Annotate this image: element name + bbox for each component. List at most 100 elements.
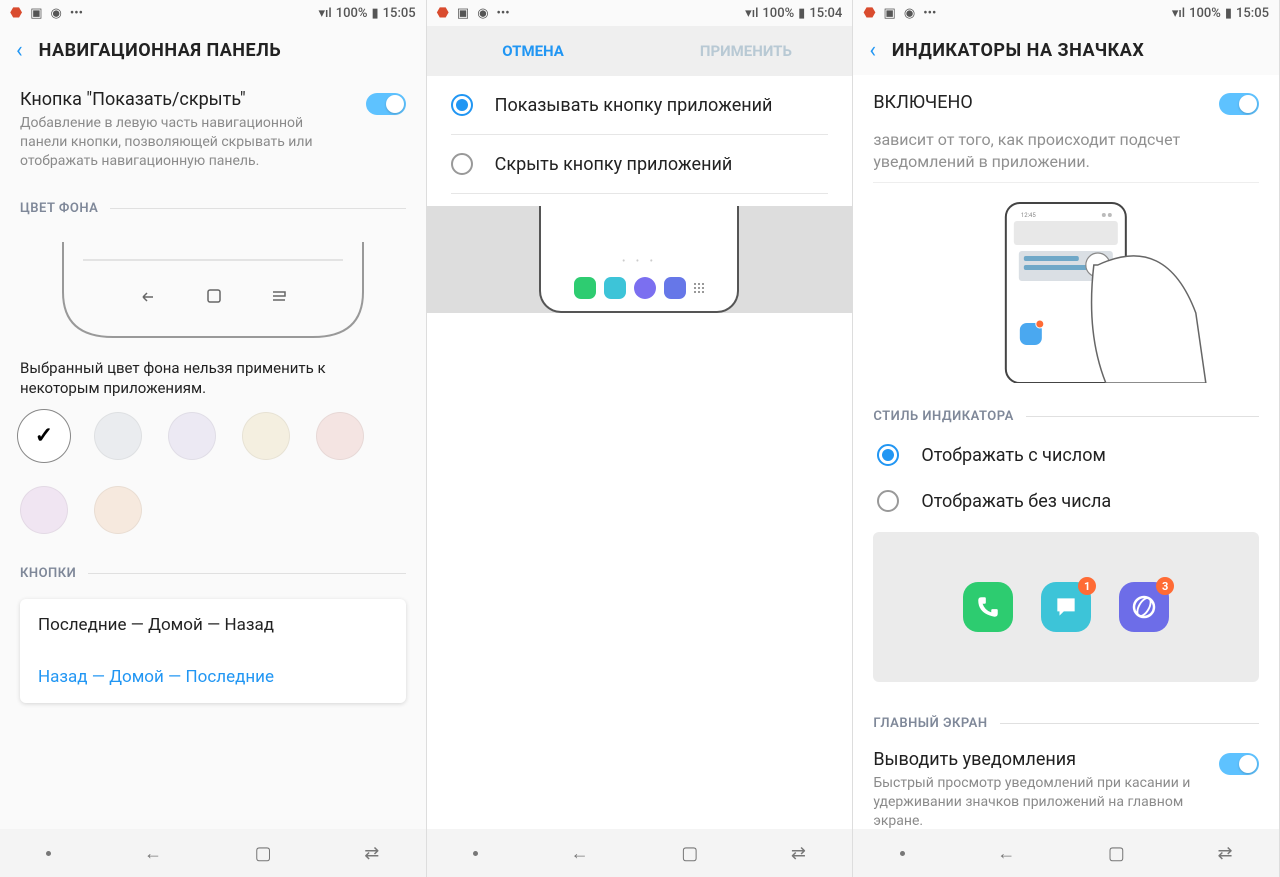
page-title: ИНДИКАТОРЫ НА ЗНАЧКАХ bbox=[892, 40, 1144, 61]
nav-back-icon[interactable]: ← bbox=[997, 843, 1015, 864]
description-text: зависит от того, как происходит подсчет … bbox=[853, 129, 1279, 182]
section-bg-color: ЦВЕТ ФОНА bbox=[0, 185, 426, 224]
nav-bar: ← ▢ ⇄ bbox=[427, 829, 853, 877]
nav-recents-icon[interactable]: ⇄ bbox=[1218, 843, 1233, 864]
nav-hide-icon[interactable] bbox=[46, 851, 51, 856]
radio-icon bbox=[451, 94, 473, 116]
nav-back-icon[interactable]: ← bbox=[144, 843, 162, 864]
radio-icon bbox=[451, 153, 473, 175]
setting-title: Кнопка "Показать/скрыть" bbox=[20, 89, 352, 110]
enabled-label: ВКЛЮЧЕНО bbox=[873, 92, 972, 113]
battery-pct: 100% bbox=[762, 6, 794, 21]
battery-pct: 100% bbox=[336, 6, 368, 21]
wifi-icon: ▾ıl bbox=[319, 6, 332, 21]
notification-badge: 1 bbox=[1078, 577, 1096, 595]
nav-recents-icon[interactable]: ⇄ bbox=[364, 843, 379, 864]
hand-preview: 12:45 bbox=[873, 193, 1259, 383]
notification-icon: ⬣ bbox=[863, 5, 875, 21]
image-icon: ▣ bbox=[457, 6, 469, 21]
header: ‹ НАВИГАЦИОННАЯ ПАНЕЛЬ bbox=[0, 26, 426, 75]
radio-label: Показывать кнопку приложений bbox=[495, 95, 773, 116]
nav-back-icon[interactable]: ← bbox=[571, 843, 589, 864]
radio-without-number[interactable]: Отображать без числа bbox=[853, 478, 1279, 524]
wifi-icon: ▾ıl bbox=[745, 6, 758, 21]
notification-icon: ⬣ bbox=[10, 5, 22, 21]
button-order-option-2[interactable]: Назад — Домой — Последние bbox=[20, 651, 406, 703]
dialog-header: ОТМЕНА ПРИМЕНИТЬ bbox=[427, 26, 853, 76]
color-swatch-1[interactable] bbox=[94, 412, 142, 460]
badge-preview: 1 3 bbox=[873, 532, 1259, 682]
back-icon[interactable]: ‹ bbox=[869, 38, 876, 63]
radio-with-number[interactable]: Отображать с числом bbox=[853, 432, 1279, 478]
phone-3: ⬣ ▣ ◉ ••• ▾ıl 100% ▮ 15:05 ‹ ИНДИКАТОРЫ … bbox=[853, 0, 1280, 877]
phone-app-icon bbox=[574, 277, 596, 299]
more-icon: ••• bbox=[923, 6, 936, 21]
battery-icon: ▮ bbox=[372, 6, 379, 21]
toggle-switch[interactable] bbox=[1219, 753, 1259, 775]
svg-text:12:45: 12:45 bbox=[1021, 212, 1037, 219]
color-grid bbox=[0, 412, 426, 550]
color-swatch-6[interactable] bbox=[94, 486, 142, 534]
toggle-switch[interactable] bbox=[366, 93, 406, 115]
toggle-switch[interactable] bbox=[1219, 93, 1259, 115]
camera-app-icon bbox=[664, 277, 686, 299]
nav-hide-icon[interactable] bbox=[900, 851, 905, 856]
radio-hide-apps-button[interactable]: Скрыть кнопку приложений bbox=[427, 135, 853, 193]
button-order-option-1[interactable]: Последние — Домой — Назад bbox=[20, 599, 406, 651]
nav-recents-icon[interactable]: ⇄ bbox=[791, 843, 806, 864]
browser-app-icon: 3 bbox=[1119, 582, 1169, 632]
nav-home-icon[interactable]: ▢ bbox=[1108, 843, 1125, 864]
nav-home-icon[interactable]: ▢ bbox=[255, 843, 272, 864]
setting-desc: Добавление в левую часть навигационной п… bbox=[20, 114, 352, 171]
setting-desc: Быстрый просмотр уведомлений при касании… bbox=[873, 774, 1205, 829]
phone-preview: • • • bbox=[539, 206, 739, 313]
wifi-icon: ▾ıl bbox=[1172, 6, 1185, 21]
clock: 15:04 bbox=[809, 6, 842, 21]
apply-button[interactable]: ПРИМЕНИТЬ bbox=[639, 26, 852, 76]
color-swatch-5[interactable] bbox=[20, 486, 68, 534]
setting-title: Выводить уведомления bbox=[873, 749, 1205, 770]
cancel-button[interactable]: ОТМЕНА bbox=[427, 26, 640, 76]
nav-bar: ← ▢ ⇄ bbox=[0, 829, 426, 877]
enabled-row[interactable]: ВКЛЮЧЕНО bbox=[853, 75, 1279, 129]
header: ‹ ИНДИКАТОРЫ НА ЗНАЧКАХ bbox=[853, 26, 1279, 75]
color-swatch-3[interactable] bbox=[242, 412, 290, 460]
nav-hide-icon[interactable] bbox=[473, 851, 478, 856]
radio-label: Отображать с числом bbox=[921, 445, 1106, 466]
radio-label: Скрыть кнопку приложений bbox=[495, 154, 733, 175]
image-icon: ▣ bbox=[30, 6, 42, 21]
notification-icon: ⬣ bbox=[437, 5, 449, 21]
radio-icon bbox=[877, 444, 899, 466]
section-home-screen: ГЛАВНЫЙ ЭКРАН bbox=[853, 700, 1279, 739]
show-hide-setting[interactable]: Кнопка "Показать/скрыть" Добавление в ле… bbox=[0, 75, 426, 185]
browser-app-icon bbox=[634, 277, 656, 299]
page-title: НАВИГАЦИОННАЯ ПАНЕЛЬ bbox=[39, 40, 281, 61]
nav-home-icon[interactable]: ▢ bbox=[681, 843, 698, 864]
phone-app-icon bbox=[963, 582, 1013, 632]
preview-panel: • • • bbox=[427, 206, 853, 313]
content: Показывать кнопку приложений Скрыть кноп… bbox=[427, 76, 853, 829]
section-buttons: КНОПКИ bbox=[0, 550, 426, 589]
user-icon: ◉ bbox=[51, 6, 62, 21]
user-icon: ◉ bbox=[904, 6, 915, 21]
status-bar: ⬣ ▣ ◉ ••• ▾ıl 100% ▮ 15:05 bbox=[853, 0, 1279, 26]
battery-pct: 100% bbox=[1189, 6, 1221, 21]
more-icon: ••• bbox=[70, 6, 83, 21]
color-swatch-4[interactable] bbox=[316, 412, 364, 460]
radio-show-apps-button[interactable]: Показывать кнопку приложений bbox=[427, 76, 853, 134]
color-swatch-0[interactable] bbox=[20, 412, 68, 460]
nav-bar: ← ▢ ⇄ bbox=[853, 829, 1279, 877]
content: ВКЛЮЧЕНО зависит от того, как происходит… bbox=[853, 75, 1279, 829]
messages-app-icon bbox=[604, 277, 626, 299]
color-swatch-2[interactable] bbox=[168, 412, 216, 460]
image-icon: ▣ bbox=[884, 6, 896, 21]
more-icon: ••• bbox=[497, 6, 510, 21]
status-bar: ⬣ ▣ ◉ ••• ▾ıl 100% ▮ 15:04 bbox=[427, 0, 853, 26]
battery-icon: ▮ bbox=[798, 6, 805, 21]
back-icon[interactable]: ‹ bbox=[16, 38, 23, 63]
messages-app-icon: 1 bbox=[1041, 582, 1091, 632]
notifications-setting[interactable]: Выводить уведомления Быстрый просмотр ув… bbox=[853, 739, 1279, 829]
notification-badge: 3 bbox=[1156, 577, 1174, 595]
apps-grid-icon bbox=[694, 283, 704, 293]
radio-label: Отображать без числа bbox=[921, 491, 1111, 512]
